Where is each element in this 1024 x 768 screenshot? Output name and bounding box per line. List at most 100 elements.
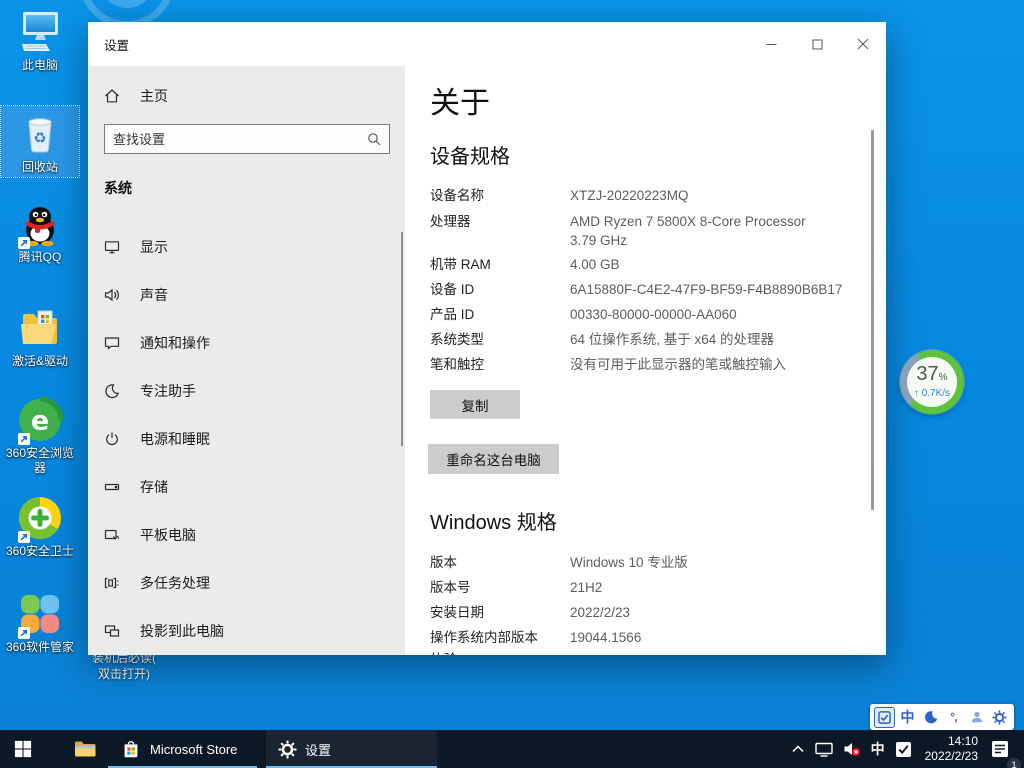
sidebar-item-notifications[interactable]: 通知和操作: [88, 323, 401, 363]
tray-network[interactable]: [810, 730, 838, 768]
taskbar-settings[interactable]: 设置: [266, 730, 437, 768]
tray-date: 2022/2/23: [925, 749, 978, 764]
window-title: 设置: [104, 35, 129, 54]
sidebar-item-projecting[interactable]: 投影到此电脑: [88, 611, 401, 651]
taskbar-microsoft-store[interactable]: Microsoft Store: [108, 730, 257, 768]
tray-ime-status[interactable]: [890, 730, 917, 768]
sidebar-item-home[interactable]: 主页: [104, 86, 168, 106]
sidebar-item-multitasking[interactable]: 多任务处理: [88, 563, 401, 603]
close-icon: [857, 38, 869, 50]
sidebar-item-sound[interactable]: 声音: [88, 275, 401, 315]
shortcut-arrow-icon: [18, 626, 30, 638]
tray-show-hidden-icons[interactable]: [786, 730, 810, 768]
close-button[interactable]: [840, 22, 886, 66]
settings-search[interactable]: [104, 124, 390, 154]
titlebar[interactable]: 设置: [88, 22, 886, 66]
ime-toolbar: 中 °,: [870, 704, 1014, 730]
shortcut-arrow-icon: [18, 236, 30, 248]
check-square-icon: [878, 711, 891, 724]
desktop-icon-360-manager[interactable]: 360软件管家: [1, 590, 79, 655]
spec-row-device-name: 设备名称XTZJ-20220223MQ: [430, 186, 875, 205]
copy-button[interactable]: 复制: [430, 390, 520, 419]
file-explorer-icon: [73, 737, 97, 761]
spec-row-pen-touch: 笔和触控没有可用于此显示器的笔或触控输入: [430, 355, 875, 374]
minimize-icon: [766, 39, 777, 50]
spec-row-product-id: 产品 ID00330-80000-00000-AA060: [430, 305, 875, 324]
spec-row-os-build: 操作系统内部版本19044.1566: [430, 628, 875, 647]
tray-ime-indicator[interactable]: 中: [866, 730, 890, 768]
tray-volume-muted[interactable]: [838, 730, 866, 768]
desktop-icon-360-safe[interactable]: 360安全卫士: [1, 494, 79, 559]
desktop-icon-label: 激活&驱动: [1, 354, 79, 369]
search-input[interactable]: [105, 132, 367, 147]
rename-pc-button[interactable]: 重命名这台电脑: [428, 444, 559, 474]
spec-row-device-id: 设备 ID6A15880F-C4E2-47F9-BF59-F4B8890B6B1…: [430, 280, 875, 299]
sidebar-item-storage[interactable]: 存储: [88, 467, 401, 507]
check-box-icon: [895, 741, 912, 758]
desktop-icon-qq[interactable]: 腾讯QQ: [1, 200, 79, 265]
spec-row-experience-clipped: 体验: [430, 650, 875, 655]
main-scrollbar[interactable]: [871, 130, 874, 510]
settings-sidebar: 主页 系统 显示 声音: [88, 66, 405, 655]
windows-spec-heading: Windows 规格: [430, 506, 557, 535]
desktop-icon-activate-drivers[interactable]: 激活&驱动: [1, 304, 79, 369]
sidebar-item-focus-assist[interactable]: 专注助手: [88, 371, 401, 411]
spec-row-system-type: 系统类型64 位操作系统, 基于 x64 的处理器: [430, 330, 875, 349]
this-pc-icon: [16, 8, 64, 56]
speaker-muted-icon: [843, 741, 861, 757]
desktop-icon-label: 360安全卫士: [1, 544, 79, 559]
settings-window: 设置 主页: [88, 22, 886, 655]
sidebar-item-power-sleep[interactable]: 电源和睡眠: [88, 419, 401, 459]
settings-main: 关于 设备规格 设备名称XTZJ-20220223MQ 处理器 AMD Ryze…: [405, 66, 886, 655]
sidebar-scrollbar[interactable]: [401, 232, 403, 446]
action-center-icon: [991, 740, 1009, 758]
spec-row-edition: 版本Windows 10 专业版: [430, 553, 875, 572]
360-speed-ball[interactable]: 37% ↑ 0.7K/s: [900, 350, 964, 414]
sidebar-item-display[interactable]: 显示: [88, 227, 401, 267]
sound-icon: [104, 287, 120, 303]
spec-row-version: 版本号21H2: [430, 578, 875, 597]
qq-penguin-icon: [16, 200, 64, 248]
shortcut-arrow-icon: [18, 530, 30, 542]
sidebar-item-tablet[interactable]: 平板电脑: [88, 515, 401, 555]
svg-text:♻: ♻: [33, 130, 46, 147]
page-title: 关于: [430, 78, 490, 122]
action-center-button[interactable]: 1: [986, 730, 1014, 768]
settings-gear-icon: [278, 740, 297, 759]
tray-time: 14:10: [925, 734, 978, 749]
spec-row-install-date: 安装日期2022/2/23: [430, 603, 875, 622]
desktop-icon-360-browser[interactable]: e 360安全浏览器: [1, 396, 79, 476]
maximize-button[interactable]: [794, 22, 840, 66]
file-explorer-button[interactable]: [62, 730, 108, 768]
desktop-icon-recycle-bin[interactable]: ♻ 回收站: [1, 106, 79, 177]
speed-ball-inner: 37% ↑ 0.7K/s: [907, 357, 957, 407]
ime-user-icon[interactable]: [966, 707, 987, 728]
desktop[interactable]: 此电脑 ♻ 回收站: [0, 0, 1024, 768]
desktop-icon-label: 此电脑: [1, 58, 79, 73]
ime-settings-gear-icon[interactable]: [989, 707, 1010, 728]
ime-status-button[interactable]: [874, 707, 895, 728]
spec-row-processor: 处理器 AMD Ryzen 7 5800X 8-Core Processor3.…: [430, 212, 875, 250]
ime-punctuation-button[interactable]: °,: [943, 707, 964, 728]
tray-clock[interactable]: 14:10 2022/2/23: [917, 734, 986, 764]
taskbar-store-label: Microsoft Store: [150, 742, 237, 757]
shortcut-arrow-icon: [18, 432, 30, 444]
browser-e-icon: e: [16, 396, 64, 444]
storage-icon: [104, 479, 120, 495]
power-icon: [104, 431, 120, 447]
display-icon: [104, 239, 120, 255]
taskbar-settings-label: 设置: [305, 740, 331, 759]
start-button[interactable]: [0, 730, 46, 768]
minimize-button[interactable]: [748, 22, 794, 66]
multitasking-icon: [104, 575, 120, 591]
svg-text:e: e: [31, 406, 49, 437]
recycle-bin-icon: ♻: [16, 110, 64, 158]
device-spec-heading: 设备规格: [430, 140, 510, 169]
ime-fullshape-moon-icon[interactable]: [920, 707, 941, 728]
ime-chinese-mode-button[interactable]: 中: [897, 707, 918, 728]
microsoft-store-icon: [120, 738, 142, 760]
chevron-up-icon: [791, 743, 805, 755]
maximize-icon: [812, 39, 823, 50]
taskbar: Microsoft Store: [0, 730, 1024, 768]
desktop-icon-this-pc[interactable]: 此电脑: [1, 8, 79, 73]
